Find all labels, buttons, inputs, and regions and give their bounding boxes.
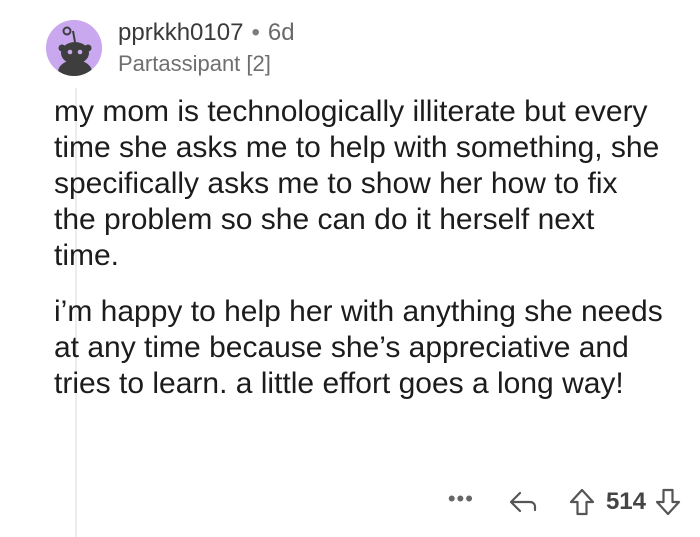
separator-dot: • — [251, 19, 260, 46]
comment-header: pprkkh0107 • 6d Partassipant [2] — [118, 18, 295, 78]
reply-arrow-icon[interactable] — [508, 489, 538, 515]
user-flair: Partassipant [2] — [118, 51, 271, 76]
comment-body: my mom is technologically illiterate but… — [54, 94, 664, 402]
comment-age: 6d — [267, 19, 295, 46]
downvote-arrow-icon[interactable] — [654, 487, 682, 517]
vote-score: 514 — [605, 488, 646, 515]
comment-action-bar: ••• 514 — [448, 484, 682, 520]
comment-paragraph: my mom is technologically illiterate but… — [54, 95, 660, 272]
avatar[interactable] — [46, 20, 102, 76]
more-options-icon[interactable]: ••• — [448, 488, 474, 510]
author-row: pprkkh0107 • 6d — [118, 18, 295, 48]
upvote-arrow-icon[interactable] — [568, 487, 596, 517]
username[interactable]: pprkkh0107 — [118, 18, 243, 48]
snoo-avatar-icon — [46, 20, 102, 76]
comment-paragraph: i’m happy to help her with anything she … — [54, 295, 663, 400]
